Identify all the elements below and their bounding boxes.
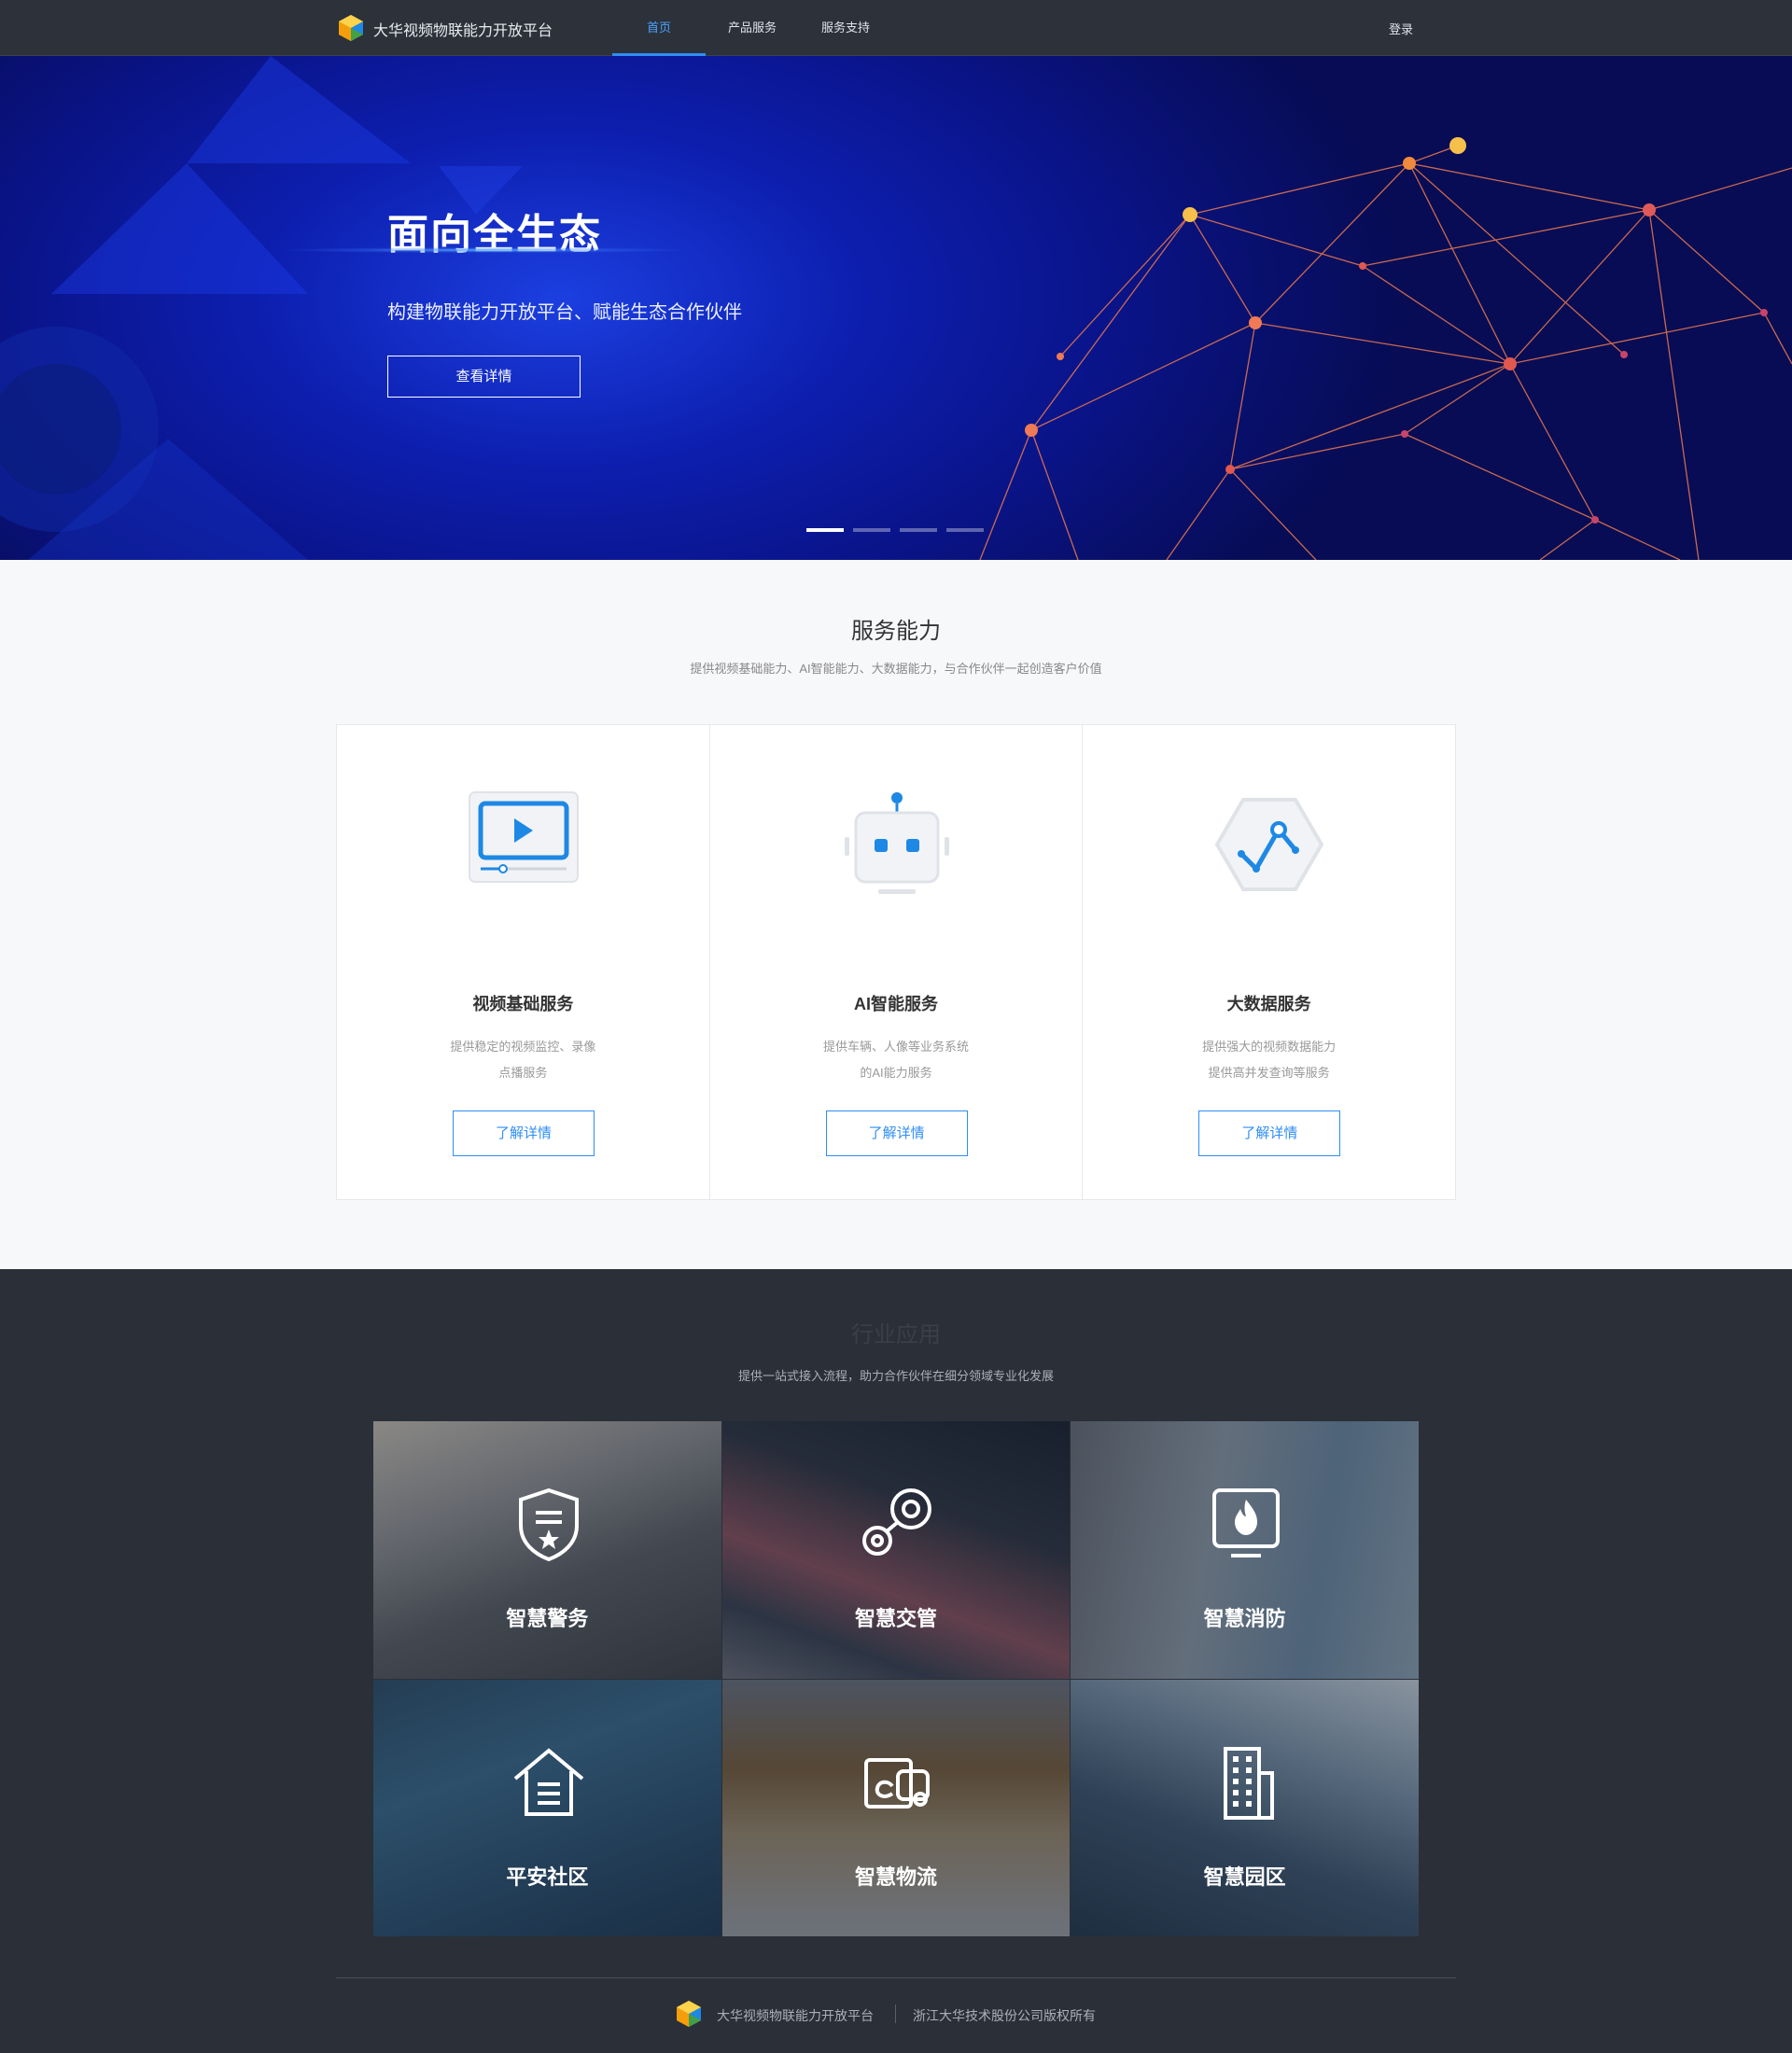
tile-label: 智慧消防 bbox=[1203, 1607, 1286, 1630]
service-card-ai: AI智能服务 提供车辆、人像等业务系统 的AI能力服务 了解详情 bbox=[710, 725, 1084, 1199]
footer-logo-icon bbox=[677, 2001, 701, 2027]
industry-section: 行业应用 提供一站式接入流程，助力合作伙伴在细分领域专业化发展 智慧警务 智慧交… bbox=[0, 1269, 1792, 2053]
police-shield-icon bbox=[519, 1487, 579, 1561]
footer-separator bbox=[895, 2004, 896, 2023]
learn-more-button[interactable]: 了解详情 bbox=[453, 1110, 595, 1156]
fire-monitor-icon bbox=[1212, 1488, 1281, 1557]
service-name: 大数据服务 bbox=[1226, 995, 1311, 1013]
service-desc: 提供稳定的视频监控、录像 bbox=[450, 1040, 596, 1054]
industry-title: 行业应用 bbox=[851, 1322, 941, 1348]
top-navbar: 大华视频物联能力开放平台 首页 产品服务 服务支持 登录 bbox=[0, 0, 1792, 56]
footer-copyright: 浙江大华技术股份公司版权所有 bbox=[913, 2008, 1096, 2023]
hero-title-glow bbox=[289, 247, 681, 253]
house-icon bbox=[513, 1747, 584, 1816]
industry-tile-police[interactable]: 智慧警务 bbox=[373, 1421, 721, 1679]
footer: 大华视频物联能力开放平台 浙江大华技术股份公司版权所有 bbox=[0, 1999, 1792, 2036]
tile-label: 智慧园区 bbox=[1203, 1864, 1286, 1889]
delivery-truck-icon bbox=[863, 1757, 930, 1809]
industry-tile-community[interactable]: 平安社区 bbox=[373, 1679, 721, 1936]
service-desc: 的AI能力服务 bbox=[860, 1066, 932, 1080]
learn-more-button[interactable]: 了解详情 bbox=[1198, 1110, 1341, 1156]
menu-item-home[interactable]: 首页 bbox=[612, 0, 706, 56]
data-chart-icon bbox=[1215, 798, 1324, 891]
industry-subtitle: 提供一站式接入流程，助力合作伙伴在细分领域专业化发展 bbox=[737, 1369, 1054, 1383]
service-name: AI智能服务 bbox=[854, 995, 938, 1013]
services-title: 服务能力 bbox=[851, 619, 941, 644]
industry-tile-fire[interactable]: 智慧消防 bbox=[1071, 1421, 1419, 1679]
carousel-dot-2[interactable] bbox=[853, 528, 890, 532]
hero-background-graphic bbox=[0, 56, 1792, 560]
logo-icon[interactable] bbox=[336, 13, 366, 43]
service-desc: 点播服务 bbox=[498, 1066, 548, 1080]
brand-name[interactable]: 大华视频物联能力开放平台 bbox=[373, 18, 553, 40]
services-subtitle: 提供视频基础能力、AI智能能力、大数据能力，与合作伙伴一起创造客户价值 bbox=[690, 662, 1102, 676]
carousel-dot-3[interactable] bbox=[900, 528, 937, 532]
footer-divider bbox=[336, 1977, 1456, 1978]
hero-subtitle: 构建物联能力开放平台、赋能生态合作伙伴 bbox=[387, 302, 742, 323]
industry-tile-logistics[interactable]: 智慧物流 bbox=[721, 1679, 1071, 1936]
login-link[interactable]: 登录 bbox=[1389, 20, 1413, 37]
service-desc: 提供高并发查询等服务 bbox=[1208, 1066, 1330, 1080]
carousel-dot-1[interactable] bbox=[806, 528, 844, 532]
menu-item-products[interactable]: 产品服务 bbox=[706, 0, 799, 56]
industry-grid: 智慧警务 智慧交管 智慧消防 平安社区 智慧物流 智慧园区 bbox=[373, 1421, 1419, 1936]
industry-tile-traffic[interactable]: 智慧交管 bbox=[721, 1421, 1071, 1679]
service-cards: 视频基础服务 提供稳定的视频监控、录像 点播服务 了解详情 AI智能服务 提供车… bbox=[336, 724, 1456, 1200]
tile-label: 智慧交管 bbox=[854, 1607, 937, 1630]
traffic-route-icon bbox=[861, 1488, 931, 1556]
carousel-dot-4[interactable] bbox=[946, 528, 984, 532]
main-menu: 首页 产品服务 服务支持 bbox=[612, 0, 892, 56]
carousel-indicators bbox=[806, 528, 984, 532]
industry-tile-park[interactable]: 智慧园区 bbox=[1071, 1679, 1419, 1936]
building-icon bbox=[1224, 1746, 1275, 1820]
tile-label: 智慧物流 bbox=[854, 1864, 937, 1889]
service-card-bigdata: 大数据服务 提供强大的视频数据能力 提供高并发查询等服务 了解详情 bbox=[1083, 725, 1455, 1199]
robot-icon bbox=[844, 792, 949, 894]
view-details-button[interactable]: 查看详情 bbox=[387, 356, 581, 398]
video-play-icon bbox=[469, 791, 579, 883]
service-card-video: 视频基础服务 提供稳定的视频监控、录像 点播服务 了解详情 bbox=[337, 725, 710, 1199]
tile-label: 智慧警务 bbox=[506, 1607, 589, 1630]
tile-label: 平安社区 bbox=[506, 1864, 589, 1889]
service-desc: 提供强大的视频数据能力 bbox=[1202, 1040, 1337, 1054]
hero-banner: 面向全生态 构建物联能力开放平台、赋能生态合作伙伴 查看详情 bbox=[0, 56, 1792, 560]
services-section: 服务能力 提供视频基础能力、AI智能能力、大数据能力，与合作伙伴一起创造客户价值… bbox=[0, 560, 1792, 1269]
footer-brand: 大华视频物联能力开放平台 bbox=[717, 2008, 874, 2023]
menu-item-support[interactable]: 服务支持 bbox=[799, 0, 892, 56]
service-desc: 提供车辆、人像等业务系统 bbox=[823, 1040, 970, 1054]
learn-more-button[interactable]: 了解详情 bbox=[825, 1110, 968, 1156]
service-name: 视频基础服务 bbox=[472, 995, 574, 1013]
